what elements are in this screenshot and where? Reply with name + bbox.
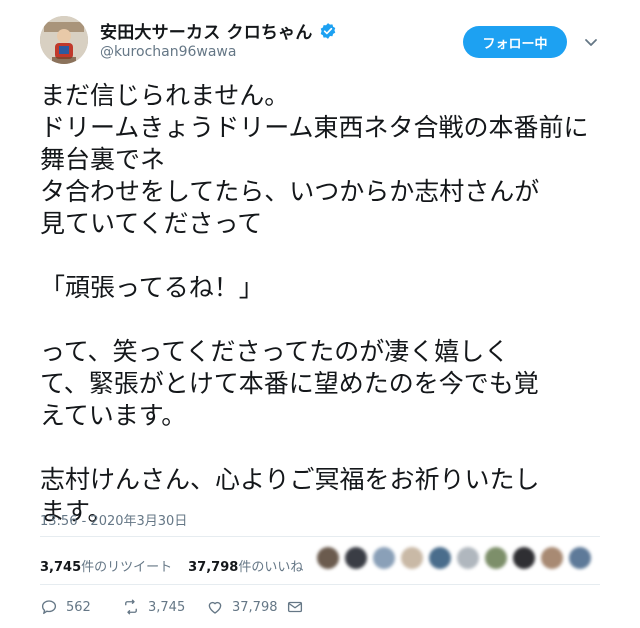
tweet-line: ドリームきょうドリーム東西ネタ合戦の本番前に舞台裏でネ: [40, 113, 589, 174]
avatar[interactable]: [40, 16, 88, 64]
chevron-down-icon[interactable]: [583, 34, 599, 50]
name-row: 安田大サーカス クロちゃん: [100, 18, 337, 43]
tweet-line: 「頑張ってるね！」: [40, 273, 264, 302]
tweet-timestamp[interactable]: 13:56 - 2020年3月30日: [40, 510, 187, 529]
display-name[interactable]: 安田大サーカス クロちゃん: [100, 18, 313, 43]
like-stat[interactable]: 37,798件のいいね: [188, 556, 303, 575]
tweet-header: 安田大サーカス クロちゃん @kurochan96wawa フォロー中: [0, 0, 640, 80]
direct-message-button[interactable]: [286, 598, 304, 616]
retweet-button[interactable]: 3,745: [122, 598, 206, 616]
envelope-icon: [287, 601, 303, 613]
tweet-line: タ合わせをしてたら、いつからか志村さんが: [40, 177, 540, 206]
like-stat-label: 件のいいね: [238, 560, 304, 575]
engagement-stats: 3,745件のリツイート 37,798件のいいね: [40, 556, 303, 575]
tweet-line: えています。: [40, 401, 187, 430]
liker-avatar[interactable]: [373, 547, 395, 569]
like-stat-count: 37,798: [188, 560, 239, 575]
liker-avatar[interactable]: [541, 547, 563, 569]
handle[interactable]: @kurochan96wawa: [100, 44, 236, 60]
reply-icon: [41, 600, 57, 615]
tweet-line: 志村けんさん、心よりご冥福をお祈りいたし: [40, 465, 540, 494]
retweet-stat-label: 件のリツイート: [81, 560, 173, 575]
liker-avatars: [317, 547, 591, 569]
tweet-actions: 562 3,745 37,798: [40, 598, 304, 616]
verified-badge-icon: [320, 22, 335, 39]
follow-button[interactable]: フォロー中: [463, 26, 567, 58]
tweet-line: て、緊張がとけて本番に望めたのを今でも覚: [40, 369, 539, 398]
liker-avatar[interactable]: [485, 547, 507, 569]
liker-avatar[interactable]: [401, 547, 423, 569]
like-count: 37,798: [232, 599, 278, 615]
tweet-line: まだ信じられません。: [40, 81, 290, 110]
liker-avatar[interactable]: [345, 547, 367, 569]
retweet-stat-count: 3,745: [40, 560, 82, 575]
tweet-line: って、笑ってくださってたのが凄く嬉しく: [40, 337, 510, 366]
tweet-line: 見ていてくださって: [40, 209, 263, 238]
tweet-text: まだ信じられません。 ドリームきょうドリーム東西ネタ合戦の本番前に舞台裏でネ タ…: [40, 80, 610, 528]
reply-button[interactable]: 562: [40, 598, 122, 616]
liker-avatar[interactable]: [429, 547, 451, 569]
liker-avatar[interactable]: [457, 547, 479, 569]
like-button[interactable]: 37,798: [206, 598, 286, 616]
heart-icon: [208, 601, 222, 614]
retweet-stat[interactable]: 3,745件のリツイート: [40, 556, 172, 575]
reply-count: 562: [66, 599, 91, 615]
divider: [40, 584, 600, 585]
retweet-icon: [125, 599, 137, 615]
divider: [40, 536, 600, 537]
retweet-count: 3,745: [148, 599, 186, 615]
liker-avatar[interactable]: [569, 547, 591, 569]
liker-avatar[interactable]: [513, 547, 535, 569]
liker-avatar[interactable]: [317, 547, 339, 569]
